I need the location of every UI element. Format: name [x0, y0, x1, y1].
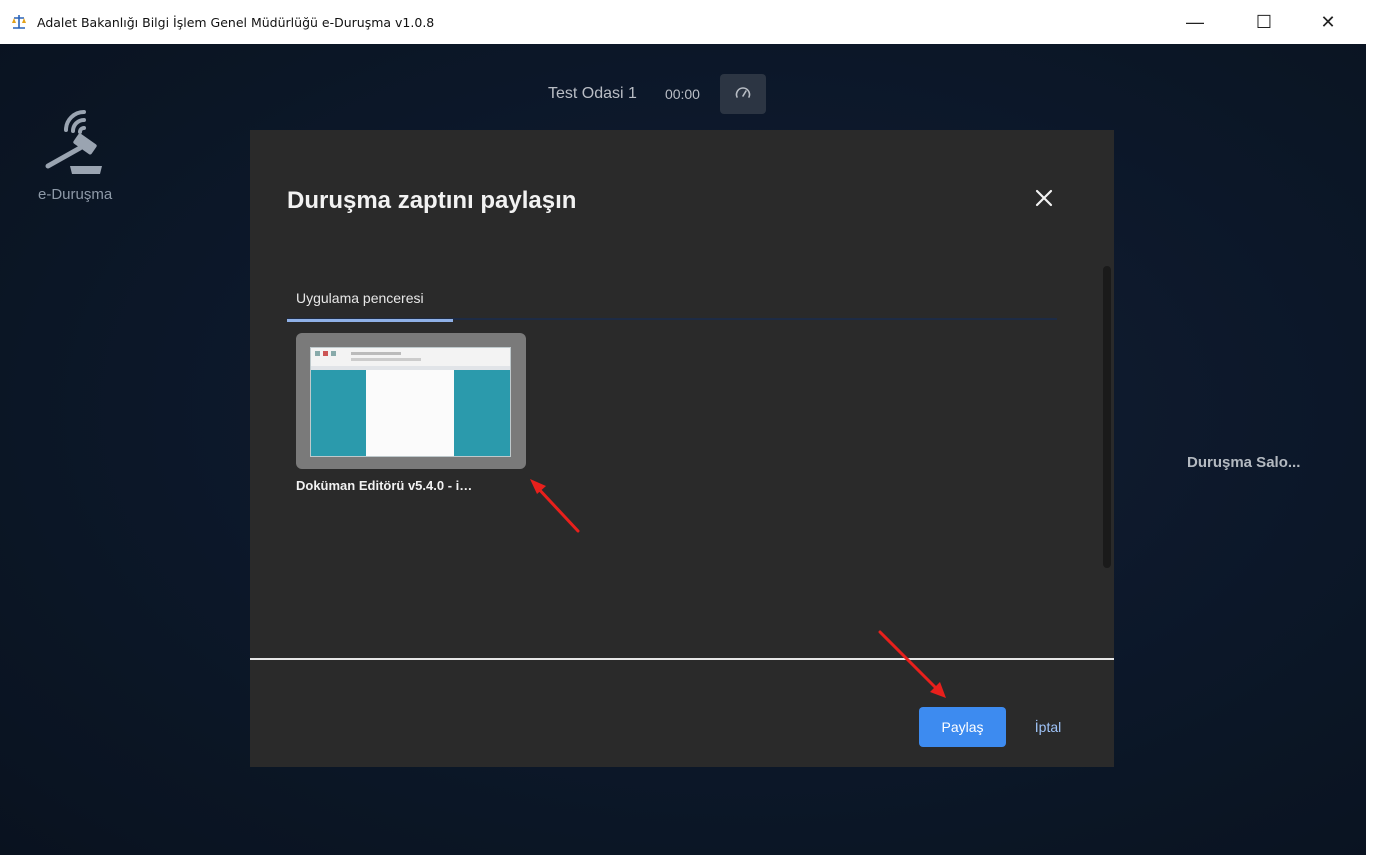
app-window: Adalet Bakanlığı Bilgi İşlem Genel Müdür…: [0, 0, 1366, 855]
app-content: e-Duruşma Test Odasi 1 00:00 Duruşma Sal…: [0, 44, 1366, 855]
close-window-button[interactable]: ✕: [1302, 0, 1354, 44]
share-dialog: Duruşma zaptını paylaşın Uygulama pencer…: [250, 130, 1114, 767]
scales-of-justice-icon: [9, 12, 29, 32]
maximize-icon: ☐: [1255, 11, 1273, 32]
window-thumbnail: [310, 347, 511, 457]
maximize-button[interactable]: ☐: [1238, 0, 1290, 44]
source-window-card[interactable]: Doküman Editörü v5.4.0 - i…: [296, 333, 526, 493]
dialog-scrollbar[interactable]: [1103, 266, 1111, 568]
minimize-button[interactable]: —: [1169, 0, 1221, 44]
dialog-title: Duruşma zaptını paylaşın: [287, 187, 577, 214]
thumbnail-page: [366, 370, 454, 456]
source-tabs: Uygulama penceresi: [287, 286, 1057, 322]
tab-selected-indicator: [287, 319, 453, 322]
close-icon: ✕: [1320, 11, 1336, 32]
title-bar: Adalet Bakanlığı Bilgi İşlem Genel Müdür…: [0, 0, 1366, 44]
cancel-button[interactable]: İptal: [1023, 707, 1073, 747]
close-icon: [1035, 189, 1053, 207]
tab-label: Uygulama penceresi: [296, 290, 424, 306]
dialog-divider: [250, 658, 1114, 660]
share-button[interactable]: Paylaş: [919, 707, 1006, 747]
source-window-title: Doküman Editörü v5.4.0 - i…: [296, 478, 473, 493]
minimize-icon: —: [1186, 11, 1204, 32]
window-title: Adalet Bakanlığı Bilgi İşlem Genel Müdür…: [37, 14, 435, 30]
dialog-close-button[interactable]: [1030, 184, 1058, 212]
tab-application-window[interactable]: Uygulama penceresi: [287, 286, 453, 322]
thumbnail-toolbar: [311, 348, 510, 366]
